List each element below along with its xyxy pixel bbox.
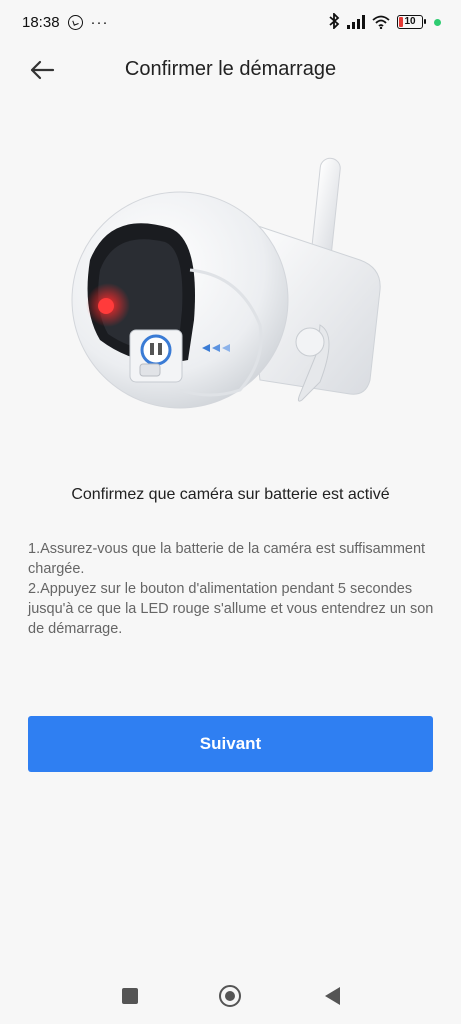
- more-notifications-icon: ···: [90, 13, 109, 31]
- status-time: 18:38: [22, 13, 60, 31]
- privacy-indicator-icon: [434, 18, 441, 26]
- circle-icon: [219, 985, 241, 1007]
- system-back-button[interactable]: [320, 984, 344, 1008]
- home-button[interactable]: [218, 984, 242, 1008]
- battery-level: 10: [404, 16, 416, 27]
- whatsapp-icon: [67, 14, 83, 30]
- square-icon: [122, 988, 138, 1004]
- next-button[interactable]: Suivant: [28, 716, 433, 772]
- status-bar-right: 10: [328, 11, 441, 32]
- triangle-back-icon: [324, 987, 340, 1005]
- page-title: Confirmer le démarrage: [124, 58, 337, 80]
- system-nav-bar: [0, 968, 461, 1024]
- battery-icon: 10: [397, 15, 426, 29]
- instructions: 1.Assurez-vous que la batterie de la cam…: [28, 539, 436, 639]
- recents-button[interactable]: [118, 984, 142, 1008]
- camera-illustration: [71, 157, 381, 409]
- instruction-step-1: 1.Assurez-vous que la batterie de la cam…: [28, 541, 426, 577]
- instruction-step-2: 2.Appuyez sur le bouton d'alimentation p…: [28, 581, 434, 637]
- confirmation-heading: Confirmez que caméra sur batterie est ac…: [71, 486, 390, 503]
- bluetooth-icon: [328, 11, 340, 32]
- status-bar: 18:38 ··· 10: [0, 0, 461, 44]
- app-header: Confirmer le démarrage: [0, 44, 461, 96]
- signal-icon: [347, 15, 365, 29]
- wifi-icon: [372, 15, 390, 29]
- status-bar-left: 18:38 ···: [22, 14, 109, 31]
